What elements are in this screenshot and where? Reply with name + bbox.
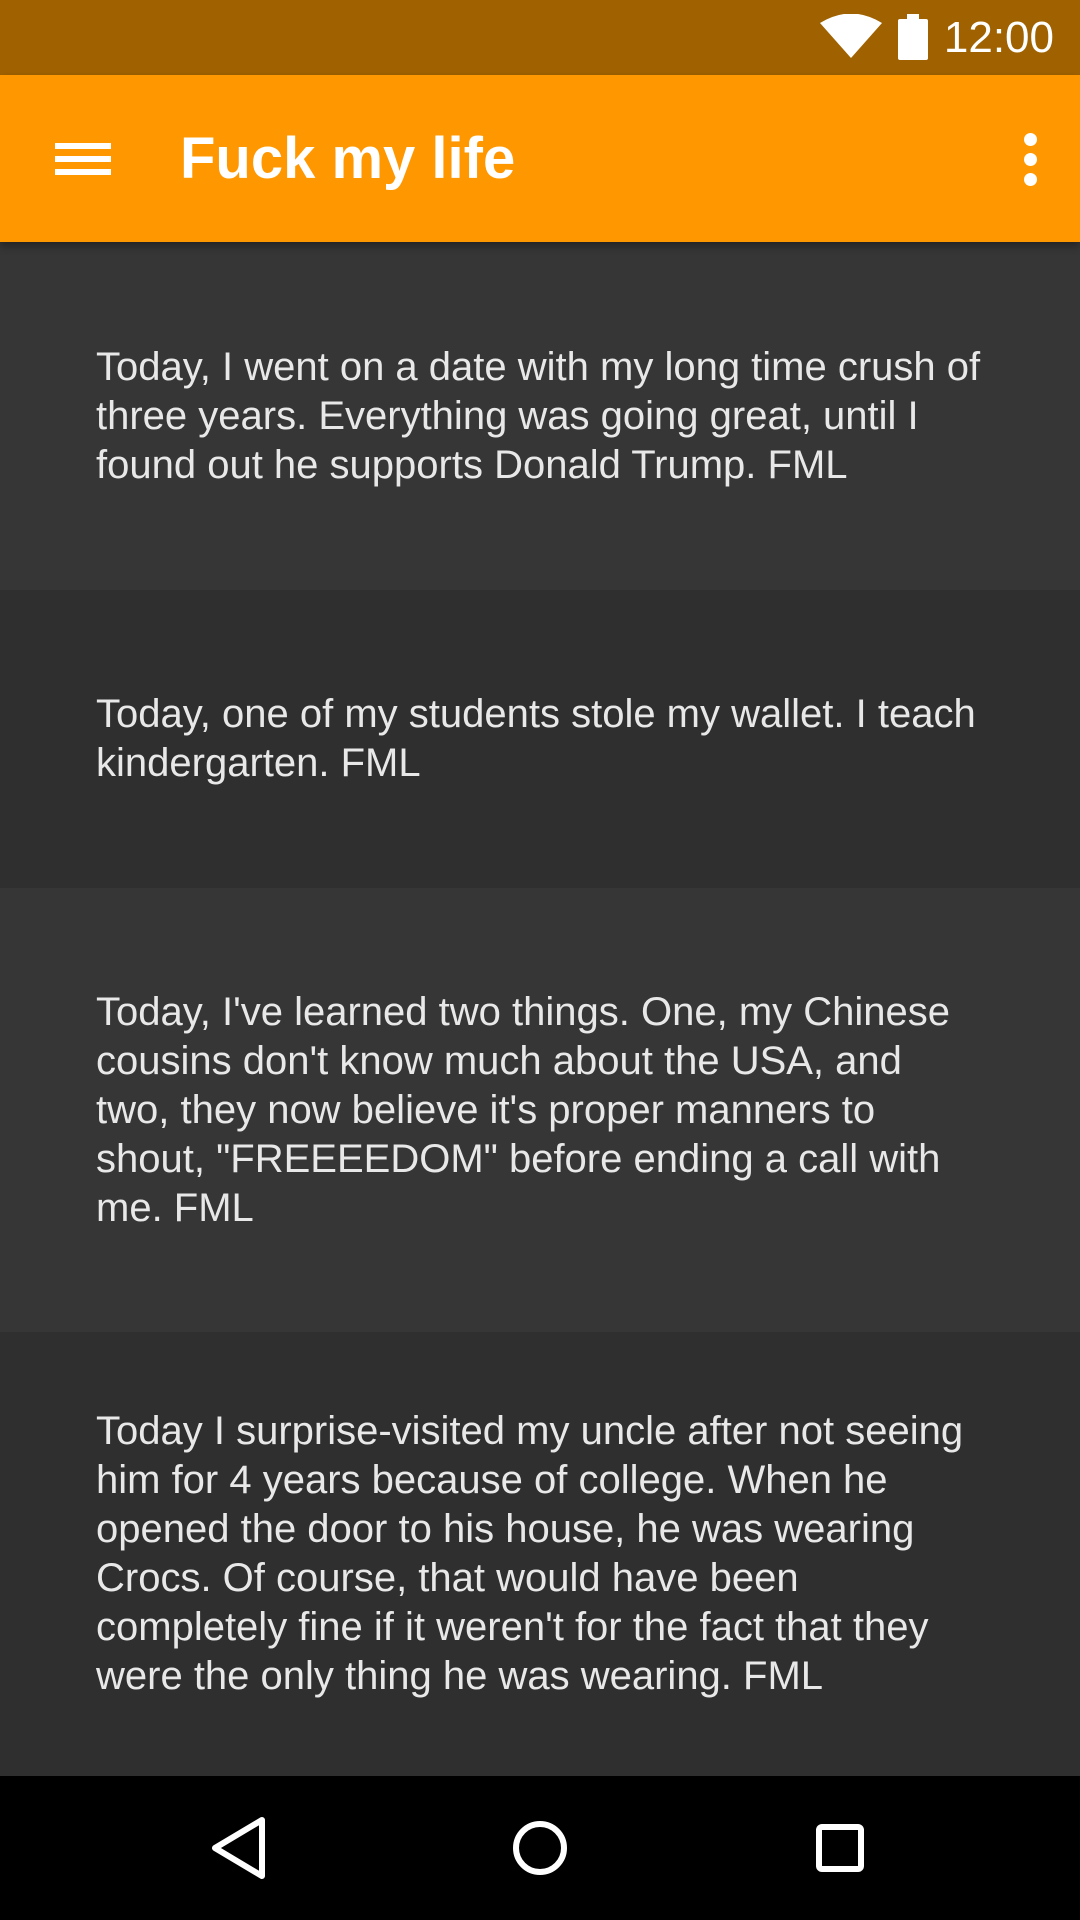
post-text: Today, one of my students stole my walle… <box>96 692 976 785</box>
app-bar: Fuck my life <box>0 75 1080 242</box>
post-text: Today, I've learned two things. One, my … <box>96 989 951 1230</box>
post-item[interactable]: Today, I went on a date with my long tim… <box>0 242 1080 590</box>
status-time: 12:00 <box>943 13 1054 62</box>
post-item[interactable]: Today, I've learned two things. One, my … <box>0 888 1080 1332</box>
screen: 12:00 Fuck my life Today, I went on a da… <box>0 0 1080 1920</box>
post-item[interactable]: Today, one of my students stole my walle… <box>0 590 1080 888</box>
status-bar: 12:00 <box>0 0 1080 75</box>
navigation-bar <box>0 1776 1080 1920</box>
overflow-menu-button[interactable] <box>998 115 1062 203</box>
post-feed[interactable]: Today, I went on a date with my long tim… <box>0 242 1080 1776</box>
post-item[interactable]: Today I surprise-visited my uncle after … <box>0 1332 1080 1776</box>
home-icon[interactable] <box>490 1798 590 1898</box>
wifi-icon <box>820 14 882 58</box>
app-title: Fuck my life <box>180 126 516 191</box>
menu-button[interactable] <box>34 115 130 203</box>
back-icon[interactable] <box>190 1798 290 1898</box>
recents-icon[interactable] <box>790 1798 890 1898</box>
post-text: Today I surprise-visited my uncle after … <box>96 1409 964 1698</box>
post-text: Today, I went on a date with my long tim… <box>96 344 981 487</box>
battery-icon <box>898 14 928 60</box>
